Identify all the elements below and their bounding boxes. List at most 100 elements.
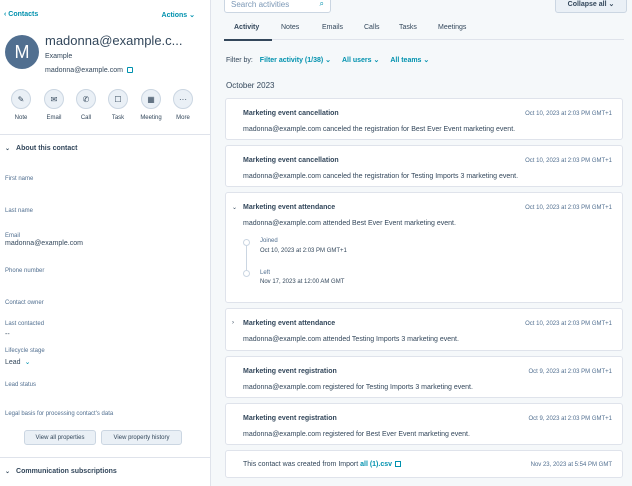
all-teams-dropdown[interactable]: All teams ⌄ — [390, 57, 429, 64]
task-icon[interactable]: ☐ — [108, 89, 128, 109]
phone-label: Phone number — [5, 268, 45, 274]
search-placeholder: Search activities — [231, 0, 290, 9]
activity-timestamp: Oct 10, 2023 at 2:03 PM GMT+1 — [525, 111, 612, 117]
search-icon[interactable]: ⌕ — [320, 0, 324, 9]
activity-timestamp: Oct 10, 2023 at 2:03 PM GMT+1 — [525, 158, 612, 164]
task-action[interactable]: ☐ Task — [103, 89, 133, 121]
activity-timestamp: Oct 9, 2023 at 2:03 PM GMT+1 — [528, 369, 612, 375]
activity-timestamp: Oct 9, 2023 at 2:03 PM GMT+1 — [528, 416, 612, 422]
chevron-down-icon: ⌄ — [24, 359, 31, 366]
activity-card[interactable]: Marketing event cancellation Oct 10, 202… — [225, 145, 623, 187]
filter-by-label: Filter by: — [226, 57, 253, 64]
chevron-down-icon: ⌄ — [5, 469, 11, 475]
last-contacted-value: -- — [5, 331, 10, 338]
about-section-toggle[interactable]: ⌄ About this contact — [5, 145, 77, 152]
activity-card[interactable]: › Marketing event attendance Oct 10, 202… — [225, 308, 623, 351]
view-property-history-button[interactable]: View property history — [101, 430, 182, 445]
activity-description: madonna@example.com attended Testing Imp… — [243, 336, 459, 343]
call-action[interactable]: ✆ Call — [71, 89, 101, 121]
contact-sidebar: ‹ Contacts Actions ⌄ M madonna@example.c… — [0, 0, 211, 486]
view-all-properties-button[interactable]: View all properties — [24, 430, 96, 445]
joined-label: Joined — [260, 238, 278, 244]
timeline-dot — [243, 270, 250, 277]
all-users-dropdown[interactable]: All users ⌄ — [342, 57, 379, 64]
note-icon[interactable]: ✎ — [11, 89, 31, 109]
back-to-contacts-link[interactable]: ‹ Contacts — [4, 11, 38, 18]
tab-calls[interactable]: Calls — [364, 24, 380, 31]
contact-email: madonna@example.com — [45, 67, 133, 74]
left-time: Nov 17, 2023 at 12:00 AM GMT — [260, 279, 345, 285]
email-field-value[interactable]: madonna@example.com — [5, 240, 83, 247]
timeline-dot — [243, 239, 250, 246]
tab-meetings[interactable]: Meetings — [438, 24, 466, 31]
activity-title: Marketing event registration — [243, 368, 337, 375]
call-icon[interactable]: ✆ — [76, 89, 96, 109]
note-action[interactable]: ✎ Note — [6, 89, 36, 121]
activity-timestamp: Oct 10, 2023 at 2:03 PM GMT+1 — [525, 321, 612, 327]
divider — [0, 134, 210, 135]
collapse-all-button[interactable]: Collapse all ⌄ — [555, 0, 627, 13]
activity-card[interactable]: Marketing event cancellation Oct 10, 202… — [225, 98, 623, 140]
month-heading: October 2023 — [226, 81, 275, 90]
contact-email-text: madonna@example.com — [45, 67, 123, 74]
note-action-label: Note — [14, 115, 28, 121]
email-label: Email — [5, 233, 21, 239]
tab-tasks[interactable]: Tasks — [399, 24, 417, 31]
lifecycle-value: Lead — [5, 359, 21, 366]
activity-timestamp: Oct 10, 2023 at 2:03 PM GMT+1 — [525, 205, 612, 211]
tab-activity[interactable]: Activity — [234, 24, 259, 31]
meeting-action[interactable]: ▦ Meeting — [136, 89, 166, 121]
lead-status-label: Lead status — [5, 382, 37, 388]
activity-timestamp: Nov 23, 2023 at 5:54 PM GMT — [530, 462, 612, 468]
activity-title: Marketing event cancellation — [243, 110, 339, 117]
activity-title: Marketing event registration — [243, 415, 337, 422]
contact-company: Example — [45, 53, 73, 60]
activity-tabs: Activity Notes Emails Calls Tasks Meetin… — [224, 18, 624, 40]
meeting-icon[interactable]: ▦ — [141, 89, 161, 109]
email-icon[interactable]: ✉ — [44, 89, 64, 109]
activity-title: Marketing event cancellation — [243, 157, 339, 164]
search-activities-input[interactable]: Search activities ⌕ — [224, 0, 331, 13]
communication-section-toggle[interactable]: ⌄ Communication subscriptions — [5, 468, 117, 475]
import-text: This contact was created from Import — [243, 461, 361, 468]
email-action[interactable]: ✉ Email — [39, 89, 69, 121]
activity-card[interactable]: Marketing event registration Oct 9, 2023… — [225, 403, 623, 445]
active-tab-indicator — [224, 39, 272, 41]
quick-actions: ✎ Note ✉ Email ✆ Call ☐ Task ▦ Meeting ··· Mor… — [0, 89, 210, 123]
chevron-down-icon[interactable]: ⌄ — [232, 204, 237, 211]
sidebar-topbar: ‹ Contacts Actions ⌄ — [0, 0, 210, 28]
activity-card: This contact was created from Import all… — [225, 450, 623, 478]
owner-label: Contact owner — [5, 300, 44, 306]
email-action-label: Email — [46, 115, 62, 121]
chevron-down-icon: ⌄ — [5, 146, 11, 152]
import-file-link[interactable]: all (1).csv — [360, 461, 392, 468]
communication-heading: Communication subscriptions — [16, 468, 117, 475]
chevron-right-icon[interactable]: › — [232, 320, 234, 326]
filter-activity-dropdown[interactable]: Filter activity (1/38) ⌄ — [260, 57, 331, 64]
activity-description: madonna@example.com registered for Best … — [243, 431, 470, 438]
actions-menu[interactable]: Actions ⌄ — [162, 11, 195, 19]
lifecycle-label: Lifecycle stage — [5, 348, 45, 354]
copy-icon[interactable] — [126, 67, 133, 74]
external-link-icon[interactable] — [395, 461, 402, 468]
about-heading: About this contact — [16, 145, 78, 152]
call-action-label: Call — [80, 115, 92, 121]
divider — [0, 457, 210, 458]
activity-card[interactable]: Marketing event registration Oct 9, 2023… — [225, 356, 623, 398]
activity-description: madonna@example.com registered for Testi… — [243, 384, 473, 391]
more-action-label: More — [176, 115, 190, 121]
activity-description: madonna@example.com attended Best Ever E… — [243, 220, 456, 227]
contact-name: madonna@example.c... — [45, 33, 183, 48]
last-name-label: Last name — [5, 208, 34, 214]
activity-timeline: Search activities ⌕ Collapse all ⌄ Activ… — [211, 0, 632, 486]
activity-description: madonna@example.com canceled the registr… — [243, 126, 516, 133]
lifecycle-select[interactable]: Lead ⌄ — [5, 358, 30, 366]
legal-basis-label: Legal basis for processing contact's dat… — [5, 411, 114, 417]
activity-title: Marketing event attendance — [243, 204, 336, 211]
more-icon[interactable]: ··· — [173, 89, 193, 109]
tab-emails[interactable]: Emails — [322, 24, 343, 31]
tab-notes[interactable]: Notes — [281, 24, 299, 31]
more-action[interactable]: ··· More — [168, 89, 198, 121]
activity-card-expanded[interactable]: ⌄ Marketing event attendance Oct 10, 202… — [225, 192, 623, 303]
task-action-label: Task — [111, 115, 125, 121]
